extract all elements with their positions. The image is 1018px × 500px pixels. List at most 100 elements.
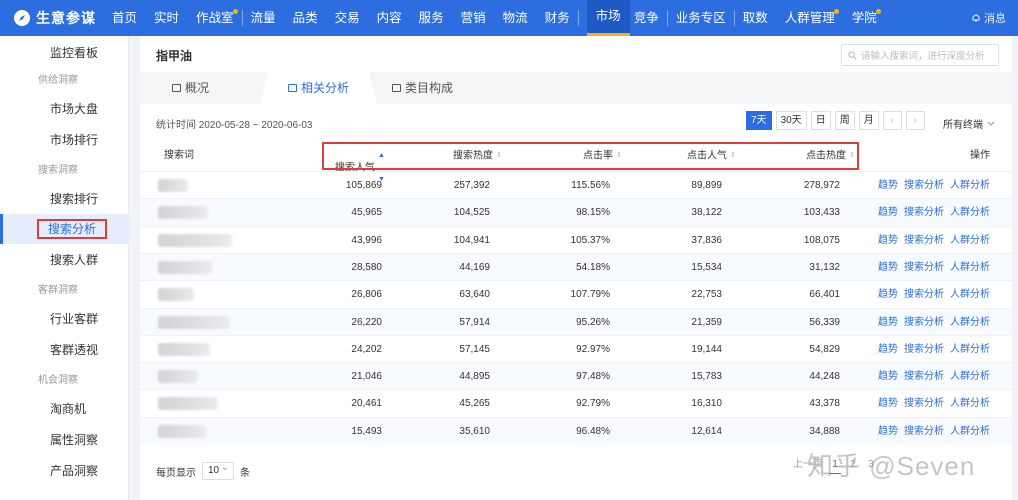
search-analysis-link[interactable]: 搜索分析 <box>904 235 944 246</box>
sidebar-item[interactable]: 监控看板 <box>0 38 129 68</box>
trend-link[interactable]: 趋势 <box>878 262 898 273</box>
nav-item-15[interactable]: 人群管理 <box>785 0 839 36</box>
col-search-heat[interactable]: 搜索热度 ⇕ <box>453 144 502 168</box>
nav-item-5[interactable]: 交易 <box>335 0 360 36</box>
sort-icon[interactable]: ⇕ <box>730 144 736 168</box>
range-button[interactable]: 月 <box>858 111 879 130</box>
nav-item-1[interactable]: 实时 <box>154 0 179 36</box>
sort-icon[interactable]: ⇕ <box>849 144 855 168</box>
col-search-popularity[interactable]: 搜索人气▲ ▼ <box>335 144 385 183</box>
terminal-select[interactable]: 所有终端 <box>943 116 995 131</box>
search-analysis-link[interactable]: 搜索分析 <box>904 398 944 409</box>
tab-1[interactable]: 相关分析 <box>260 72 377 104</box>
sidebar-item[interactable]: 市场排行 <box>0 125 129 155</box>
crowd-analysis-link[interactable]: 人群分析 <box>950 344 990 355</box>
range-button[interactable]: 30天 <box>775 111 807 130</box>
search-analysis-link[interactable]: 搜索分析 <box>904 371 944 382</box>
nav-item-2[interactable]: 作战室 <box>196 0 238 36</box>
crowd-analysis-link[interactable]: 人群分析 <box>950 371 990 382</box>
nav-item-11[interactable]: 市场 <box>586 0 630 36</box>
nav-item-7[interactable]: 服务 <box>419 0 444 36</box>
table-row[interactable]: 105,869 257,392 115.56% 89,899 278,972 趋势 搜索分析… <box>140 171 1012 198</box>
sidebar-item[interactable]: 搜索分析 <box>0 214 129 244</box>
crowd-analysis-link[interactable]: 人群分析 <box>950 289 990 300</box>
search-analysis-link[interactable]: 搜索分析 <box>904 262 944 273</box>
table-row[interactable]: 24,202 57,145 92.97% 19,144 54,829 趋势 搜索分析 人群分析 <box>140 334 1012 362</box>
sidebar-item[interactable]: 属性洞察 <box>0 425 129 455</box>
trend-link[interactable]: 趋势 <box>878 344 898 355</box>
trend-link[interactable]: 趋势 <box>878 371 898 382</box>
trend-link[interactable]: 趋势 <box>878 317 898 328</box>
sidebar-group-label: 机会洞察 <box>0 372 129 390</box>
table-row[interactable]: 26,220 57,914 95.26% 21,359 56,339 趋势 搜索分析 人群分析 <box>140 307 1012 335</box>
sidebar: 监控看板 供给洞察 市场大盘 市场排行 搜索洞察 搜索排行 搜索分析 搜索人群 客群洞察 行业客群… <box>0 36 129 500</box>
search-analysis-link[interactable]: 搜索分析 <box>904 317 944 328</box>
table-row[interactable]: 21,046 44,895 97.48% 15,783 44,248 趋势 搜索分析 人群分析 <box>140 362 1012 390</box>
sidebar-item[interactable]: 搜索人群 <box>0 245 129 275</box>
crowd-analysis-link[interactable]: 人群分析 <box>950 235 990 246</box>
sidebar-item[interactable]: 市场大盘 <box>0 94 129 124</box>
col-click-heat[interactable]: 点击热度 ⇕ <box>806 144 855 168</box>
nav-item-13[interactable]: 业务专区 <box>676 0 726 36</box>
chevron-left-icon[interactable]: ‹ <box>882 111 902 130</box>
nav-item-12[interactable]: 竞争 <box>634 0 659 36</box>
nav-item-4[interactable]: 品类 <box>293 0 318 36</box>
nav-item-label: 财务 <box>544 11 570 25</box>
col-click-popularity[interactable]: 点击人气 ⇕ <box>687 144 736 168</box>
search-analysis-link[interactable]: 搜索分析 <box>904 207 944 218</box>
cell-click-popularity: 22,753 <box>691 289 722 301</box>
nav-item-3[interactable]: 流量 <box>251 0 276 36</box>
range-button[interactable]: 7天 <box>746 111 772 130</box>
crowd-analysis-link[interactable]: 人群分析 <box>950 317 990 328</box>
page-size-prefix: 每页显示 <box>156 467 196 479</box>
nav-item-8[interactable]: 营销 <box>461 0 486 36</box>
sidebar-item[interactable]: 搜索排行 <box>0 184 129 214</box>
cell-search-heat: 44,895 <box>459 371 490 383</box>
folder-icon <box>392 84 401 92</box>
tab-0[interactable]: 概况 <box>172 72 209 104</box>
table-row[interactable]: 43,996 104,941 105.37% 37,836 108,075 趋势 搜索分析人… <box>140 225 1012 253</box>
messages-button[interactable]: 消息 <box>971 0 1006 36</box>
table-row[interactable]: 28,580 44,169 54.18% 15,534 31,132 趋势 搜索分析 人群分析 <box>140 252 1012 280</box>
search-analysis-link[interactable]: 搜索分析 <box>904 180 944 191</box>
sort-icon[interactable]: ⇕ <box>616 144 622 168</box>
table-row[interactable]: 15,493 35,610 96.48% 12,614 34,888 趋势 搜索分析 人群分析 <box>140 416 1012 444</box>
crowd-analysis-link[interactable]: 人群分析 <box>950 426 990 437</box>
range-button[interactable]: 日 <box>810 111 831 130</box>
nav-item-16[interactable]: 学院 <box>852 0 881 36</box>
nav-item-6[interactable]: 内容 <box>377 0 402 36</box>
page-size-select[interactable]: 10 <box>202 460 234 480</box>
search-analysis-link[interactable]: 搜索分析 <box>904 426 944 437</box>
nav-item-10[interactable]: 财务 <box>545 0 570 36</box>
cell-search-popularity: 21,046 <box>351 371 382 383</box>
table-row[interactable]: 45,965 104,525 98.15% 38,122 103,433 趋势 搜索分析 人群… <box>140 198 1012 226</box>
table-row[interactable]: 20,461 45,265 92.79% 16,310 43,378 趋势 搜索分析 人群分析 <box>140 389 1012 416</box>
crowd-analysis-link[interactable]: 人群分析 <box>950 207 990 218</box>
trend-link[interactable]: 趋势 <box>878 426 898 437</box>
sidebar-item[interactable]: 淘商机 <box>0 394 129 424</box>
search-analysis-link[interactable]: 搜索分析 <box>904 344 944 355</box>
range-button[interactable]: 周 <box>834 111 855 130</box>
tab-2[interactable]: 类目构成 <box>392 72 453 104</box>
crowd-analysis-link[interactable]: 人群分析 <box>950 398 990 409</box>
chevron-right-icon[interactable]: › <box>905 111 925 130</box>
crowd-analysis-link[interactable]: 人群分析 <box>950 180 990 191</box>
sidebar-item[interactable]: 行业客群 <box>0 304 129 334</box>
trend-link[interactable]: 趋势 <box>878 207 898 218</box>
sidebar-item[interactable]: 产品洞察 <box>0 456 129 486</box>
search-analysis-link[interactable]: 搜索分析 <box>904 289 944 300</box>
table-row[interactable]: 26,806 63,640 107.79% 22,753 66,401 趋势 搜索分析 人群分… <box>140 280 1012 307</box>
keyword-search-input[interactable]: 请输入搜索词，进行深度分析 <box>841 44 999 66</box>
col-ctr[interactable]: 点击率 ⇕ <box>583 144 622 168</box>
trend-link[interactable]: 趋势 <box>878 398 898 409</box>
brand[interactable]: 生意参谋 <box>0 8 112 28</box>
sidebar-item[interactable]: 客群透视 <box>0 335 129 365</box>
crowd-analysis-link[interactable]: 人群分析 <box>950 262 990 273</box>
nav-item-9[interactable]: 物流 <box>503 0 528 36</box>
sort-icon[interactable]: ⇕ <box>496 144 502 168</box>
trend-link[interactable]: 趋势 <box>878 289 898 300</box>
nav-item-14[interactable]: 取数 <box>743 0 768 36</box>
trend-link[interactable]: 趋势 <box>878 235 898 246</box>
nav-item-0[interactable]: 首页 <box>112 0 137 36</box>
trend-link[interactable]: 趋势 <box>878 180 898 191</box>
